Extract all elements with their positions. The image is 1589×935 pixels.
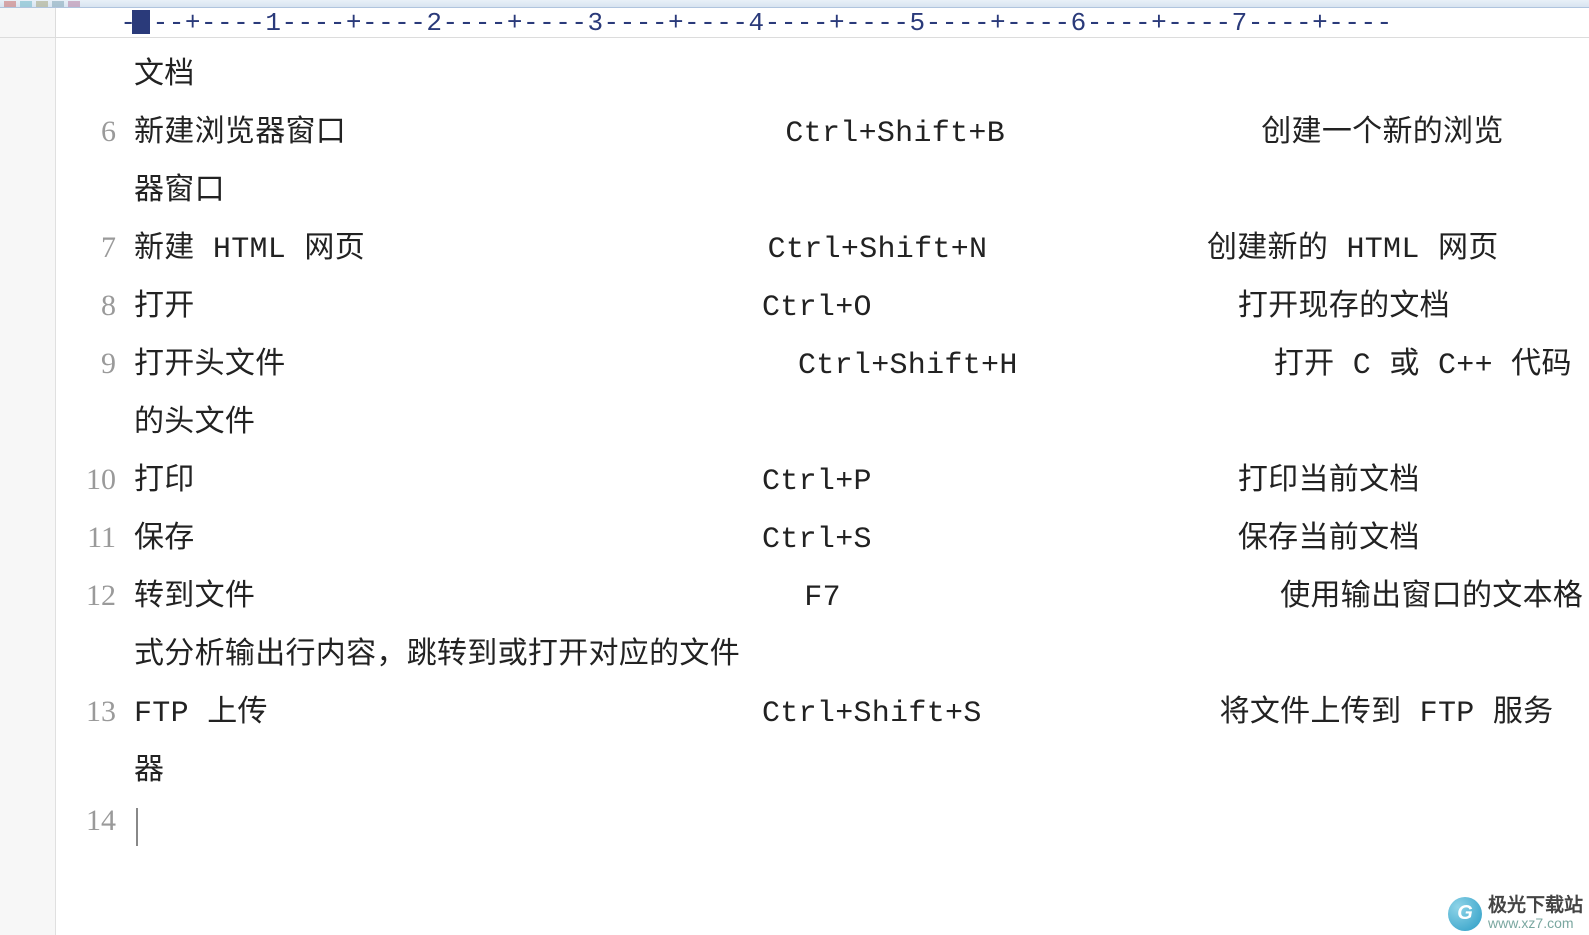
ruler-row: ----+----1----+----2----+----3----+----4…	[0, 8, 1589, 38]
toolbar-icon[interactable]	[36, 1, 48, 7]
text-editor[interactable]: 文档6新建浏览器窗口 Ctrl+Shift+B 创建一个新的浏览器窗口7新建 H…	[56, 38, 1589, 935]
editor-line[interactable]: 文档	[56, 48, 1589, 106]
editor-line[interactable]: 10打印 Ctrl+P 打印当前文档	[56, 454, 1589, 512]
editor-line[interactable]: 器	[56, 744, 1589, 802]
line-text[interactable]: 转到文件 F7 使用输出窗口的文本格	[134, 570, 1589, 615]
watermark-url: www.xz7.com	[1488, 916, 1583, 931]
watermark-title: 极光下载站	[1488, 896, 1583, 916]
line-number: 13	[56, 695, 134, 729]
editor-line[interactable]: 6新建浏览器窗口 Ctrl+Shift+B 创建一个新的浏览	[56, 106, 1589, 164]
line-text[interactable]: 打开头文件 Ctrl+Shift+H 打开 C 或 C++ 代码	[134, 338, 1589, 383]
line-number: 12	[56, 579, 134, 613]
ruler-corner	[0, 8, 56, 37]
line-text[interactable]: FTP 上传 Ctrl+Shift+S 将文件上传到 FTP 服务	[134, 686, 1589, 731]
line-text[interactable]: 器窗口	[134, 164, 1589, 209]
line-number: 11	[56, 521, 134, 555]
watermark: 极光下载站 www.xz7.com	[1448, 896, 1583, 931]
toolbar-icon[interactable]	[68, 1, 80, 7]
line-text[interactable]: 打开 Ctrl+O 打开现存的文档	[134, 280, 1589, 325]
line-text[interactable]: 保存 Ctrl+S 保存当前文档	[134, 512, 1589, 557]
toolbar-icons-strip	[0, 0, 1589, 7]
line-text[interactable]: 式分析输出行内容，跳转到或打开对应的文件	[134, 628, 1589, 673]
editor-line[interactable]: 9打开头文件 Ctrl+Shift+H 打开 C 或 C++ 代码	[56, 338, 1589, 396]
editor-line[interactable]: 14	[56, 802, 1589, 860]
text-cursor	[136, 808, 138, 846]
line-number: 10	[56, 463, 134, 497]
editor-line[interactable]: 13FTP 上传 Ctrl+Shift+S 将文件上传到 FTP 服务	[56, 686, 1589, 744]
line-number: 14	[56, 804, 134, 838]
main-area: 文档6新建浏览器窗口 Ctrl+Shift+B 创建一个新的浏览器窗口7新建 H…	[0, 38, 1589, 935]
line-text[interactable]: 打印 Ctrl+P 打印当前文档	[134, 454, 1589, 499]
line-number: 8	[56, 289, 134, 323]
line-text[interactable]: 的头文件	[134, 396, 1589, 441]
line-text[interactable]: 新建浏览器窗口 Ctrl+Shift+B 创建一个新的浏览	[134, 106, 1589, 151]
line-text[interactable]	[134, 802, 1589, 840]
line-number: 6	[56, 115, 134, 149]
editor-line[interactable]: 11保存 Ctrl+S 保存当前文档	[56, 512, 1589, 570]
watermark-logo-icon	[1448, 897, 1482, 931]
editor-line[interactable]: 的头文件	[56, 396, 1589, 454]
left-gutter	[0, 38, 56, 935]
line-text[interactable]: 新建 HTML 网页 Ctrl+Shift+N 创建新的 HTML 网页	[134, 222, 1589, 267]
line-number: 7	[56, 231, 134, 265]
toolbar	[0, 0, 1589, 8]
editor-line[interactable]: 12转到文件 F7 使用输出窗口的文本格	[56, 570, 1589, 628]
editor-line[interactable]: 器窗口	[56, 164, 1589, 222]
toolbar-icon[interactable]	[52, 1, 64, 7]
toolbar-icon[interactable]	[20, 1, 32, 7]
line-text[interactable]: 文档	[134, 48, 1589, 93]
line-number: 9	[56, 347, 134, 381]
horizontal-ruler[interactable]: ----+----1----+----2----+----3----+----4…	[56, 8, 1589, 37]
toolbar-icon[interactable]	[4, 1, 16, 7]
editor-line[interactable]: 8打开 Ctrl+O 打开现存的文档	[56, 280, 1589, 338]
ruler-track: ----+----1----+----2----+----3----+----4…	[56, 8, 1393, 37]
editor-line[interactable]: 式分析输出行内容，跳转到或打开对应的文件	[56, 628, 1589, 686]
editor-line[interactable]: 7新建 HTML 网页 Ctrl+Shift+N 创建新的 HTML 网页	[56, 222, 1589, 280]
line-text[interactable]: 器	[134, 744, 1589, 789]
